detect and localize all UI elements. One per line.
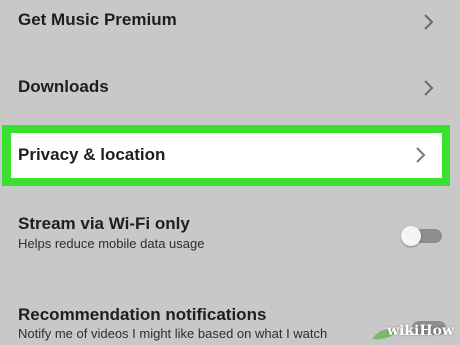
chevron-right-icon (416, 147, 426, 163)
settings-item-label: Privacy & location (18, 145, 166, 164)
settings-item-downloads[interactable]: Downloads (0, 65, 460, 110)
settings-item-label: Get Music Premium (18, 10, 177, 29)
chevron-right-icon (424, 80, 434, 96)
settings-item-description: Notify me of videos I might like based o… (18, 326, 328, 341)
settings-item-get-music-premium[interactable]: Get Music Premium (0, 0, 460, 45)
settings-item-label: Stream via Wi-Fi only (18, 214, 190, 233)
settings-item-label: Downloads (18, 77, 109, 96)
settings-item-label: Recommendation notifications (18, 305, 267, 324)
settings-item-description: Helps reduce mobile data usage (18, 236, 205, 251)
settings-item-privacy-location[interactable]: Privacy & location (11, 133, 442, 178)
wikihow-watermark: wikiHow (386, 323, 454, 339)
settings-item-stream-wifi-only[interactable]: Stream via Wi-Fi only Helps reduce mobil… (0, 205, 460, 265)
highlight-frame: Privacy & location (2, 125, 450, 186)
chevron-right-icon (424, 14, 434, 30)
